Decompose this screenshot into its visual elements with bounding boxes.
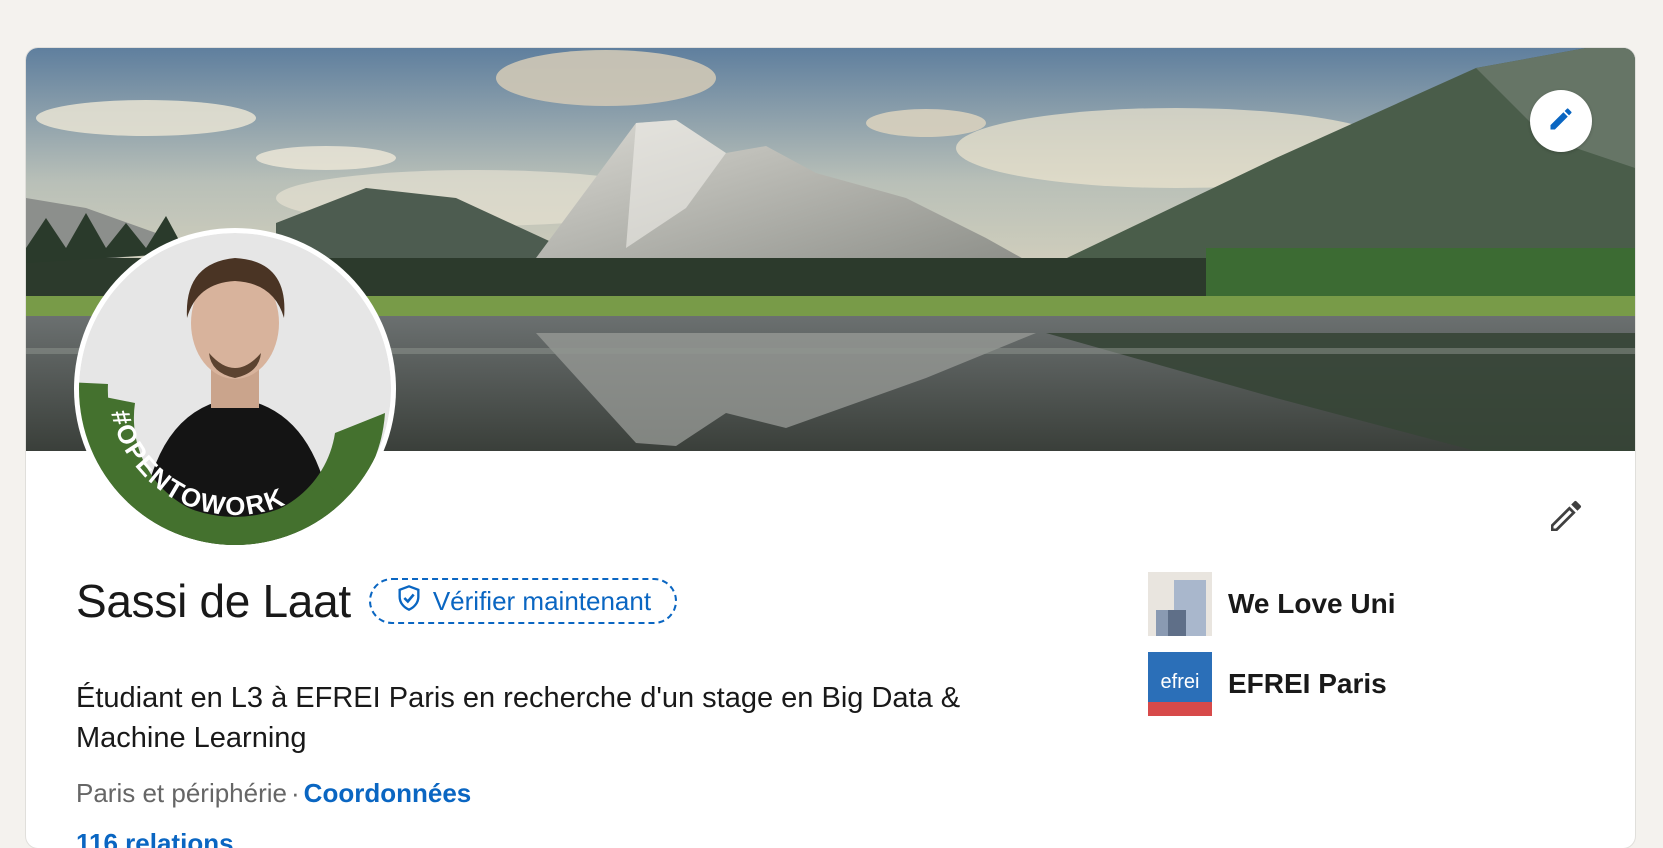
name-row: Sassi de Laat Vérifier maintenant [76,574,678,628]
connections-link[interactable]: 116 relations [76,828,234,848]
profile-headline: Étudiant en L3 à EFREI Paris en recherch… [76,682,961,754]
contact-info-link[interactable]: Coordonnées [304,778,472,808]
location-text: Paris et périphérie [76,778,287,808]
organization-efrei-paris[interactable]: efrei EFREI Paris [1148,652,1387,716]
profile-name: Sassi de Laat [76,575,351,627]
profile-photo[interactable]: #OPENTOWORK [74,228,396,550]
organization-we-love-uni[interactable]: We Love Uni [1148,572,1396,636]
profile-card: #OPENTOWORK Sassi de Laat Vérifier maint… [26,48,1635,848]
pencil-icon [1547,105,1575,138]
verify-now-label: Vérifier maintenant [432,585,652,616]
organization-label: We Love Uni [1228,588,1396,619]
efrei-logo-icon: efrei [1148,652,1212,716]
efrei-logo-text: efrei [1161,671,1200,693]
organization-label: EFREI Paris [1228,668,1387,699]
pencil-icon [1546,496,1586,541]
location-row: Paris et périphérie · Coordonnées [76,778,471,809]
separator: · [291,778,300,808]
shield-check-icon [395,584,423,619]
building-logo-icon [1148,572,1212,636]
edit-profile-button[interactable] [1536,488,1596,548]
verify-now-button[interactable]: Vérifier maintenant [368,578,678,624]
edit-banner-button[interactable] [1530,90,1592,152]
